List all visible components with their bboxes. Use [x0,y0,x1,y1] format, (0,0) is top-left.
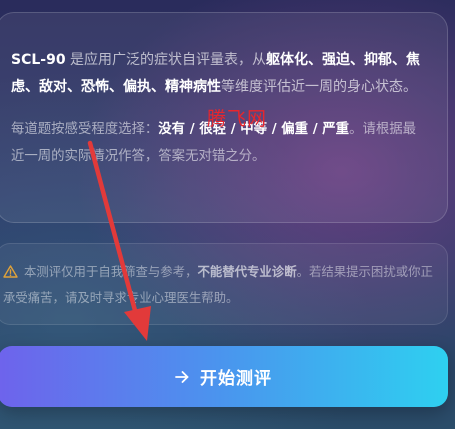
arrow-right-icon [175,370,189,383]
intro-scale-name: SCL-90 [11,52,66,68]
warning-triangle-icon [3,265,18,278]
start-test-label: 开始测评 [200,369,272,389]
start-test-button[interactable]: 开始测评 [0,346,448,407]
disclaimer-notice: 本测评仅用于自我筛查与参考，不能替代专业诊断。若结果提示困扰或你正承受痛苦，请及… [0,243,448,325]
intro-text: SCL-90 是应用广泛的症状自评量表，从躯体化、强迫、抑郁、焦虑、敌对、恐怖、… [11,52,421,95]
disclaimer-emphasis: 不能替代专业诊断 [197,264,297,279]
site-watermark: 腾飞网 [207,108,268,130]
